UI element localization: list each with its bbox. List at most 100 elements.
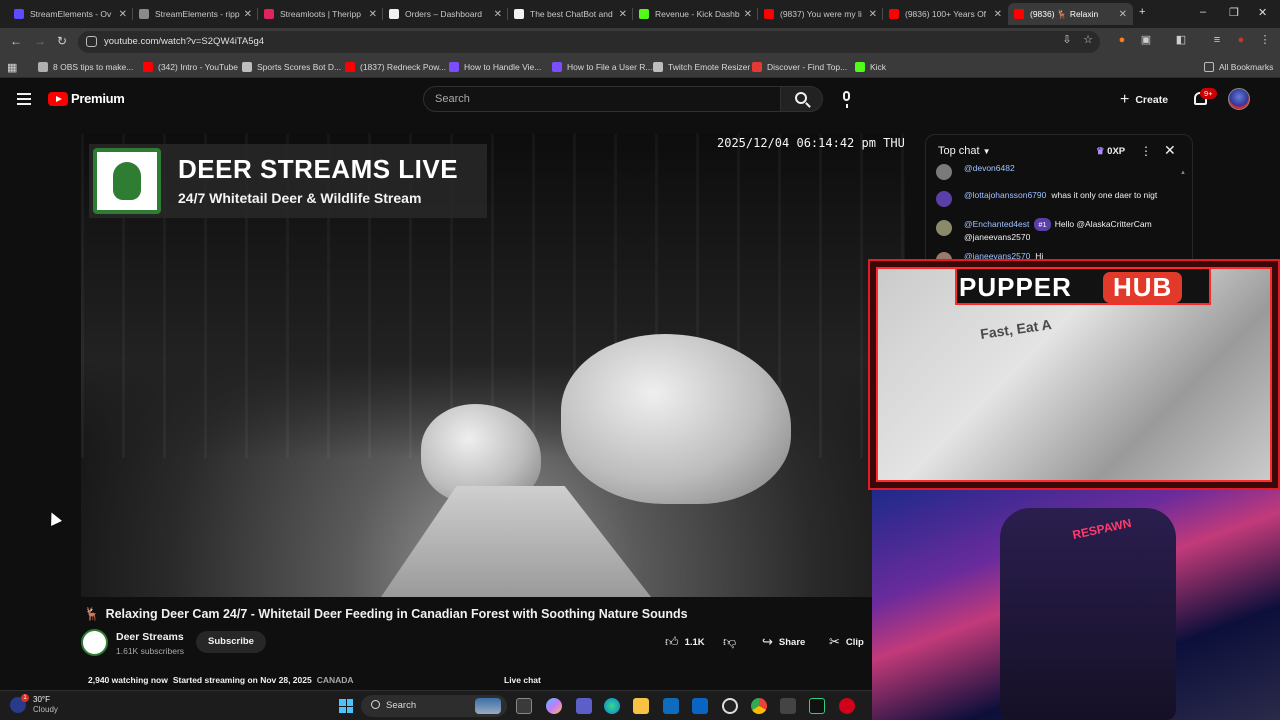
chrome-icon[interactable]	[751, 698, 767, 714]
address-url[interactable]: youtube.com/watch?v=S2QW4iTA5g4	[104, 36, 264, 47]
menu-icon[interactable]	[17, 93, 31, 105]
chat-more-icon[interactable]: ⋮	[1140, 144, 1152, 158]
xp-badge[interactable]: ♛ 0XP	[1096, 146, 1125, 157]
copilot-icon[interactable]	[546, 698, 562, 714]
store-icon[interactable]	[663, 698, 679, 714]
browser-tab[interactable]: Streamloots | Theripp ✕	[258, 3, 383, 25]
app-icon-2[interactable]	[809, 698, 825, 714]
bookmark-favicon-icon	[752, 62, 762, 72]
windows-start-icon[interactable]	[339, 699, 353, 713]
browser-menu-icon[interactable]: ⋮	[1259, 34, 1271, 46]
maximize-window-button[interactable]: ❐	[1229, 6, 1239, 19]
bookmark-item[interactable]: How to File a User R...	[552, 60, 653, 74]
bookmark-item[interactable]: Sports Scores Bot D...	[242, 60, 341, 74]
chat-scroll-up-icon[interactable]: ▲	[1180, 170, 1186, 176]
clip-label: Clip	[845, 636, 864, 648]
chat-author[interactable]: @Enchanted4est	[964, 219, 1029, 229]
search-button[interactable]	[781, 86, 823, 112]
youtube-brand[interactable]: Premium	[71, 91, 125, 106]
weather-condition[interactable]: Cloudy	[33, 705, 58, 714]
app-icon-1[interactable]	[780, 698, 796, 714]
close-window-button[interactable]: ✕	[1258, 6, 1267, 19]
tab-close-icon[interactable]: ✕	[119, 9, 127, 20]
dislike-button[interactable]: 👎︎	[723, 631, 742, 653]
outlook-icon[interactable]	[692, 698, 708, 714]
voice-search-icon[interactable]	[843, 91, 850, 108]
tab-close-icon[interactable]: ✕	[994, 9, 1002, 20]
feeding-trough	[381, 486, 651, 597]
forward-icon[interactable]: →	[34, 34, 46, 48]
channel-name[interactable]: Deer Streams	[116, 631, 184, 643]
browser-tab[interactable]: Orders – Dashboard ✕	[383, 3, 508, 25]
back-icon[interactable]: ←	[10, 34, 22, 48]
bookmark-item[interactable]: How to Handle Vie...	[449, 60, 541, 74]
browser-tab[interactable]: (9836) 🦌 Relaxin ✕	[1008, 3, 1133, 25]
side-panel-icon[interactable]: ◧	[1175, 34, 1187, 46]
chat-author[interactable]: @lottajohansson6790	[964, 190, 1046, 200]
tab-close-icon[interactable]: ✕	[1119, 9, 1127, 20]
like-button[interactable]: 👍︎ 1.1K	[665, 631, 705, 653]
chat-author[interactable]: @devon6482	[964, 163, 1015, 173]
all-bookmarks-button[interactable]: All Bookmarks	[1204, 60, 1273, 74]
weather-temperature[interactable]: 30°F	[33, 695, 50, 704]
bookmark-favicon-icon	[38, 62, 48, 72]
address-bar[interactable]: youtube.com/watch?v=S2QW4iTA5g4	[78, 31, 1100, 53]
browser-tab[interactable]: (9836) 100+ Years Of ✕	[883, 3, 1008, 25]
chat-mode-selector[interactable]: Top chat ▼	[938, 145, 991, 157]
tab-title: Streamloots | Theripp	[280, 9, 361, 19]
tab-close-icon[interactable]: ✕	[494, 9, 502, 20]
tab-close-icon[interactable]: ✕	[744, 9, 752, 20]
extension-orange-icon[interactable]: ●	[1116, 34, 1128, 46]
task-view-icon[interactable]	[516, 698, 532, 714]
tab-title: (9836) 100+ Years Of	[905, 9, 987, 19]
bookmark-item[interactable]: Kick	[855, 60, 886, 74]
create-button[interactable]: + Create	[1120, 90, 1168, 110]
bookmark-item[interactable]: Twitch Emote Resizer	[653, 60, 750, 74]
profile-icon[interactable]: ●	[1235, 34, 1247, 46]
taskbar-search[interactable]: Search	[361, 695, 507, 717]
new-tab-button[interactable]: +	[1139, 6, 1145, 18]
obs-icon[interactable]	[722, 698, 738, 714]
chat-avatar[interactable]	[936, 220, 952, 236]
browser-tab[interactable]: (9837) You were my li ✕	[758, 3, 883, 25]
tab-separator	[507, 8, 508, 20]
teams-icon[interactable]	[576, 698, 592, 714]
media-controls-icon[interactable]: ≡	[1211, 34, 1223, 46]
search-input[interactable]: Search	[423, 86, 781, 112]
stream-location[interactable]: CANADA	[317, 675, 354, 685]
clip-button[interactable]: ✂ Clip	[829, 631, 864, 653]
browser-tab[interactable]: The best ChatBot and ✕	[508, 3, 633, 25]
tab-separator	[382, 8, 383, 20]
app-icon-3[interactable]	[839, 698, 855, 714]
subscribe-button[interactable]: Subscribe	[196, 631, 266, 653]
tab-close-icon[interactable]: ✕	[369, 9, 377, 20]
browser-tab[interactable]: StreamElements - Ov ✕	[8, 3, 133, 25]
share-button[interactable]: ↪ Share	[762, 631, 805, 653]
account-avatar[interactable]	[1228, 88, 1250, 110]
youtube-logo-icon[interactable]	[48, 92, 68, 106]
chat-avatar[interactable]	[936, 164, 952, 180]
tab-close-icon[interactable]: ✕	[244, 9, 252, 20]
bookmark-star-icon[interactable]: ☆	[1082, 34, 1094, 46]
bookmark-item[interactable]: Discover - Find Top...	[752, 60, 847, 74]
file-explorer-icon[interactable]	[633, 698, 649, 714]
close-chat-icon[interactable]: ✕	[1164, 142, 1176, 159]
install-app-icon[interactable]: ⇩	[1061, 34, 1073, 46]
tab-close-icon[interactable]: ✕	[869, 9, 877, 20]
chat-avatar[interactable]	[936, 191, 952, 207]
bookmark-item[interactable]: 8 OBS tips to make...	[38, 60, 133, 74]
minimize-window-button[interactable]: –	[1200, 6, 1206, 18]
bookmark-item[interactable]: (342) Intro - YouTube	[143, 60, 238, 74]
extensions-puzzle-icon[interactable]: ▣	[1140, 34, 1152, 46]
pupper-word: PUPPER	[959, 272, 1072, 302]
apps-grid-icon[interactable]: ▦	[7, 60, 17, 74]
bookmark-item[interactable]: (1837) Redneck Pow...	[345, 60, 446, 74]
browser-tab[interactable]: Revenue - Kick Dashb ✕	[633, 3, 758, 25]
channel-avatar[interactable]	[81, 629, 108, 656]
edge-icon[interactable]	[604, 698, 620, 714]
browser-tab[interactable]: StreamElements - ripp ✕	[133, 3, 258, 25]
video-player[interactable]: DEER STREAMS LIVE 24/7 Whitetail Deer & …	[81, 134, 905, 597]
site-info-icon[interactable]	[86, 36, 97, 47]
reload-icon[interactable]: ↻	[57, 34, 67, 48]
tab-close-icon[interactable]: ✕	[619, 9, 627, 20]
